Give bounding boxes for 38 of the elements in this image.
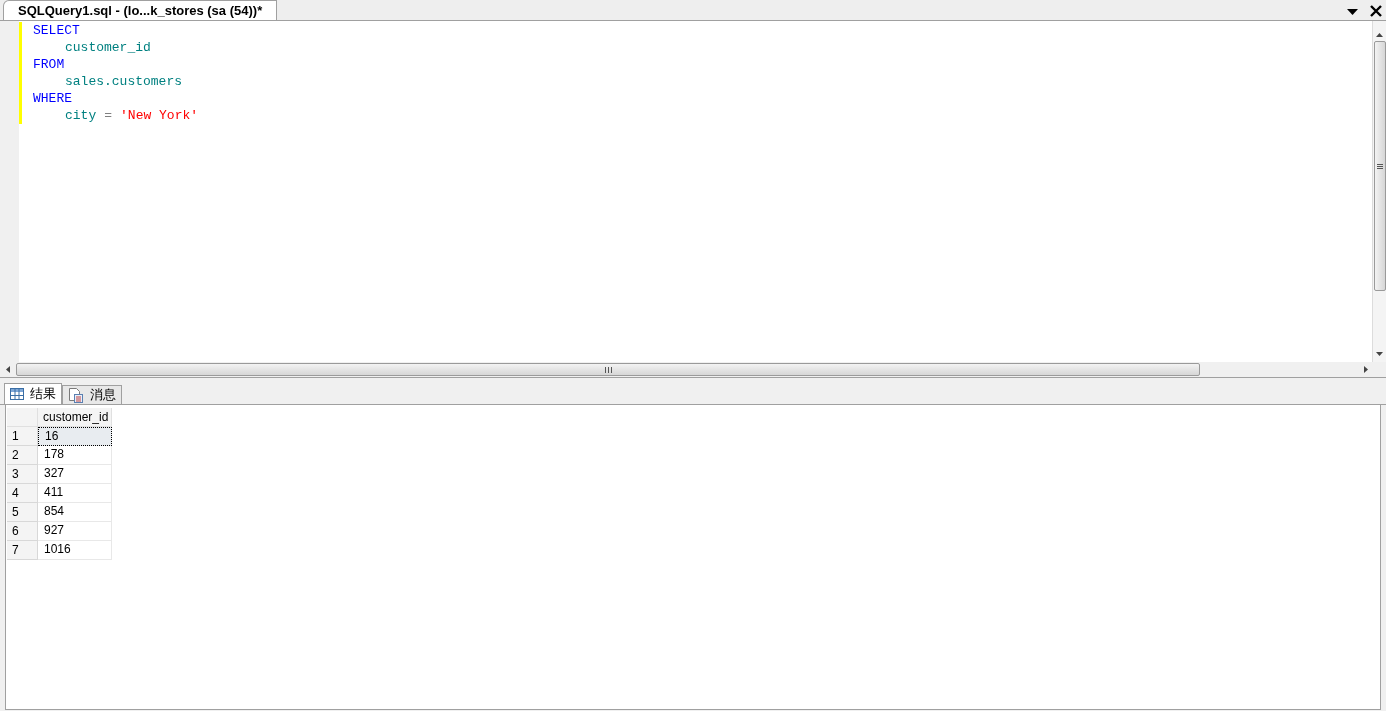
code-line: FROM	[32, 56, 65, 73]
scroll-right-icon[interactable]	[1364, 366, 1368, 373]
column-header[interactable]: customer_id	[38, 408, 112, 427]
table-cell[interactable]: 411	[38, 484, 112, 503]
code-line: customer_id	[64, 39, 151, 56]
result-tab[interactable]: 消息	[62, 385, 122, 404]
scroll-left-icon[interactable]	[6, 366, 10, 373]
code-line: city = 'New York'	[64, 107, 199, 124]
scroll-thumb[interactable]	[16, 363, 1200, 376]
code-line: SELECT	[32, 22, 80, 39]
row-header[interactable]: 4	[7, 484, 38, 503]
grip-icon	[604, 366, 612, 373]
grip-icon	[1376, 163, 1383, 169]
table-cell[interactable]: 854	[38, 503, 112, 522]
code-line: WHERE	[32, 90, 72, 107]
row-header[interactable]: 6	[7, 522, 38, 541]
scroll-down-icon[interactable]	[1376, 352, 1383, 356]
table-icon	[10, 388, 24, 400]
scroll-up-icon[interactable]	[1376, 33, 1383, 37]
vertical-scrollbar[interactable]	[1372, 21, 1386, 362]
document-icon	[68, 387, 84, 403]
dropdown-icon[interactable]	[1347, 9, 1358, 15]
table-cell[interactable]: 16	[38, 427, 112, 446]
document-tab[interactable]: SQLQuery1.sql - (lo...k_stores (sa (54))*	[3, 0, 278, 20]
row-header[interactable]: 7	[7, 541, 38, 560]
table-cell[interactable]: 927	[38, 522, 112, 541]
result-tab[interactable]: 结果	[4, 383, 62, 404]
row-header[interactable]: 1	[7, 427, 38, 446]
horizontal-scrollbar[interactable]	[0, 362, 1386, 378]
table-cell[interactable]: 1016	[38, 541, 112, 560]
code-line: sales.customers	[64, 73, 183, 90]
row-header[interactable]: 2	[7, 446, 38, 465]
close-icon[interactable]	[1370, 5, 1382, 17]
table-cell[interactable]: 327	[38, 465, 112, 484]
scroll-thumb[interactable]	[1373, 41, 1386, 291]
row-header[interactable]: 5	[7, 503, 38, 522]
table-cell[interactable]: 178	[38, 446, 112, 465]
row-header[interactable]: 3	[7, 465, 38, 484]
